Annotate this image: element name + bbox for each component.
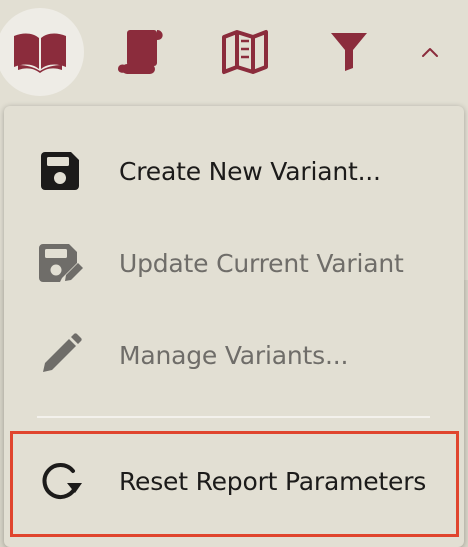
menu-item-label: Manage Variants... bbox=[119, 340, 349, 370]
collapse-toolbar-button[interactable] bbox=[418, 40, 442, 64]
menu-item-create-new-variant[interactable]: Create New Variant... bbox=[4, 128, 464, 214]
menu-item-update-current-variant[interactable]: Update Current Variant bbox=[4, 220, 464, 306]
map-button[interactable] bbox=[219, 26, 271, 78]
book-icon bbox=[12, 29, 68, 75]
filter-icon bbox=[329, 30, 369, 72]
toolbar bbox=[0, 0, 468, 108]
scroll-icon bbox=[114, 27, 166, 77]
pencil-icon bbox=[36, 331, 84, 379]
highlight-box bbox=[10, 431, 459, 537]
filter-button[interactable] bbox=[326, 28, 372, 74]
floppy-disk-edit-icon bbox=[36, 239, 84, 287]
map-icon bbox=[221, 29, 269, 75]
book-button[interactable] bbox=[0, 8, 84, 96]
menu-item-label: Update Current Variant bbox=[119, 248, 404, 278]
menu-item-manage-variants[interactable]: Manage Variants... bbox=[4, 312, 464, 398]
chevron-up-icon bbox=[421, 43, 439, 62]
menu-divider bbox=[37, 416, 430, 418]
menu-item-label: Create New Variant... bbox=[119, 156, 381, 186]
scroll-button[interactable] bbox=[112, 26, 168, 78]
floppy-disk-icon bbox=[36, 147, 84, 195]
